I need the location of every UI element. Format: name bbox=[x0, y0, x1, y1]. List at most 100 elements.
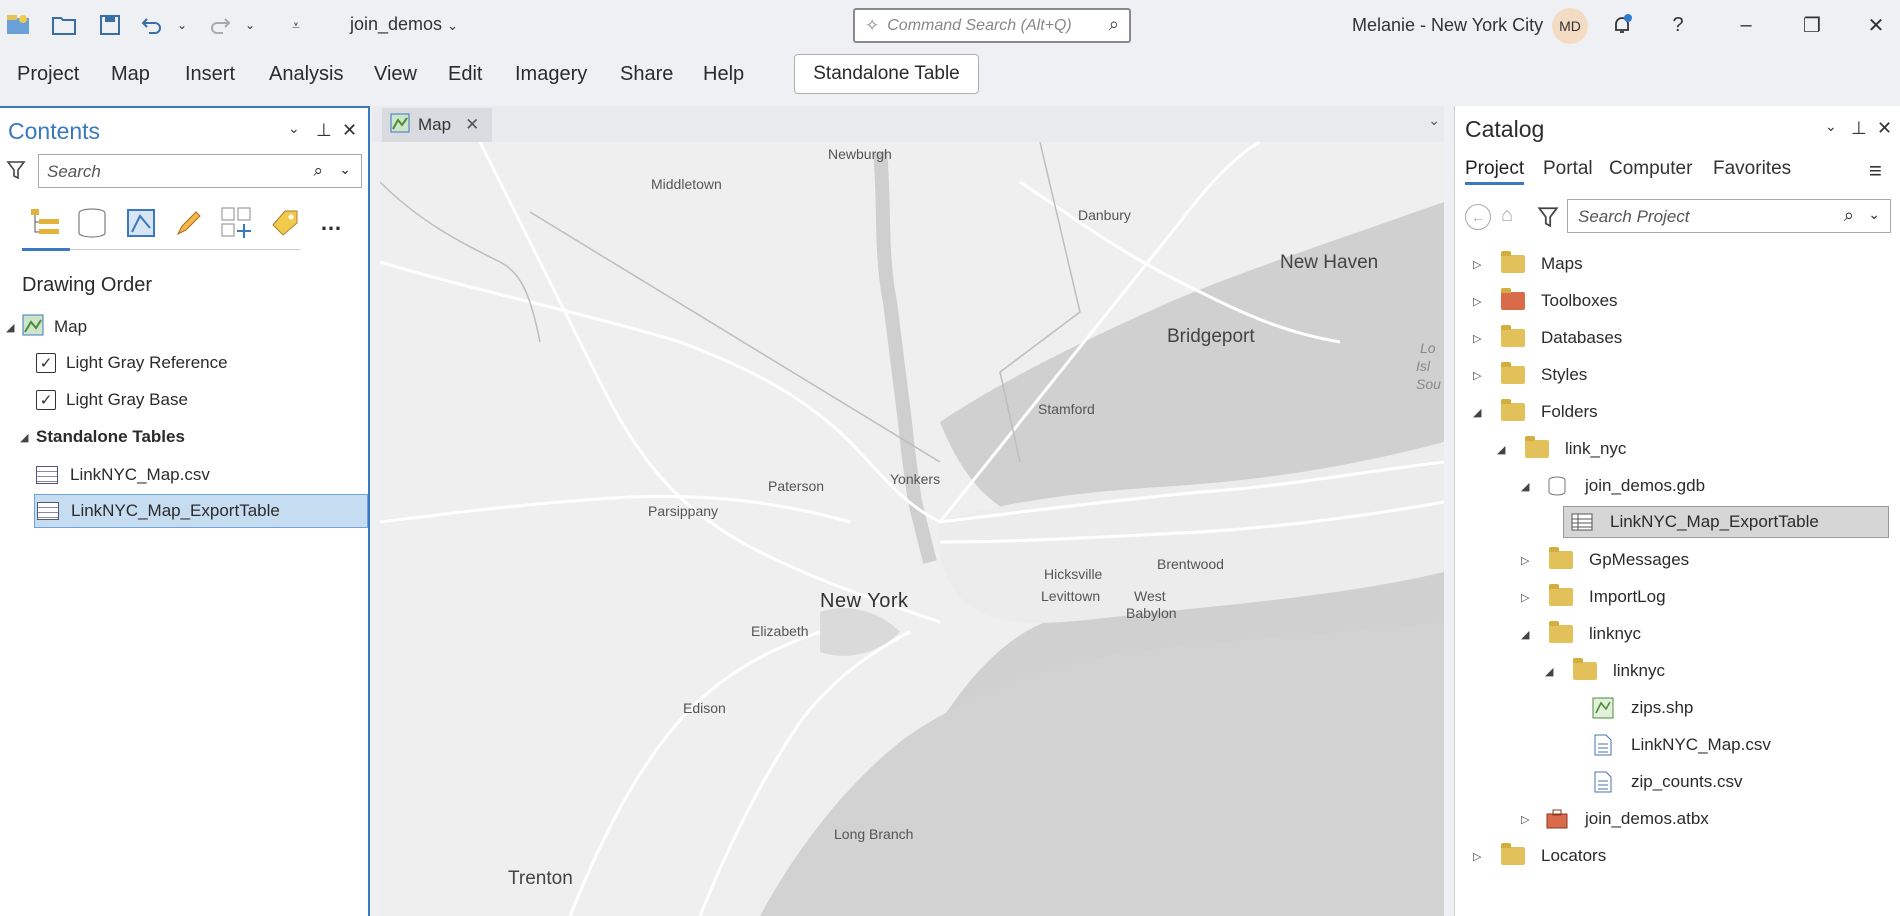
catalog-item-styles[interactable]: ▷ Styles bbox=[1473, 359, 1587, 391]
tab-imagery[interactable]: Imagery bbox=[515, 63, 587, 86]
tab-computer[interactable]: Computer bbox=[1609, 158, 1692, 180]
tab-insert[interactable]: Insert bbox=[185, 63, 235, 86]
collapse-triangle-icon[interactable]: ◢ bbox=[1473, 406, 1489, 419]
tab-help[interactable]: Help bbox=[703, 63, 744, 86]
search-icon[interactable]: ⌕ bbox=[1844, 205, 1854, 226]
catalog-item-join-demos-atbx[interactable]: ▷ join_demos.atbx bbox=[1521, 803, 1709, 835]
layer-light-gray-base[interactable]: ✓ Light Gray Base bbox=[36, 383, 188, 417]
collapse-triangle-icon[interactable]: ◢ bbox=[1521, 480, 1537, 493]
home-icon[interactable]: ⌂ bbox=[1501, 204, 1513, 227]
visibility-checkbox[interactable]: ✓ bbox=[36, 390, 56, 410]
redo-dropdown-icon[interactable]: ⌄ bbox=[236, 11, 264, 39]
close-icon[interactable]: ✕ bbox=[1877, 118, 1892, 139]
filter-icon[interactable] bbox=[1537, 206, 1559, 233]
catalog-item-linknyc[interactable]: ◢ linknyc bbox=[1521, 618, 1641, 650]
search-icon[interactable]: ⌕ bbox=[313, 161, 323, 181]
expand-triangle-icon[interactable]: ▷ bbox=[1521, 554, 1537, 567]
table-linknyc-map-exporttable[interactable]: LinkNYC_Map_ExportTable bbox=[34, 494, 368, 528]
catalog-search-input[interactable]: Search Project ⌕ ⌄ bbox=[1567, 199, 1891, 233]
contents-search-input[interactable]: Search ⌕ ⌄ bbox=[38, 154, 362, 188]
redo-icon[interactable] bbox=[206, 11, 234, 39]
save-icon[interactable] bbox=[96, 11, 124, 39]
catalog-item-linknyc-sub[interactable]: ◢ linknyc bbox=[1545, 655, 1665, 687]
tab-favorites[interactable]: Favorites bbox=[1713, 158, 1791, 180]
folder-icon bbox=[1549, 547, 1573, 569]
back-icon[interactable]: ← bbox=[1465, 204, 1491, 230]
tab-project[interactable]: Project bbox=[17, 63, 79, 86]
filter-icon[interactable] bbox=[6, 160, 26, 185]
tab-standalone-table[interactable]: Standalone Table bbox=[794, 54, 979, 94]
catalog-item-importlog[interactable]: ▷ ImportLog bbox=[1521, 581, 1666, 613]
expand-triangle-icon[interactable]: ▷ bbox=[1521, 591, 1537, 604]
notifications-icon[interactable] bbox=[1602, 10, 1642, 40]
restore-icon[interactable]: ❐ bbox=[1792, 10, 1832, 40]
catalog-item-zip-counts[interactable]: zip_counts.csv bbox=[1591, 766, 1743, 798]
list-by-editing-icon[interactable] bbox=[170, 204, 208, 242]
close-icon[interactable]: ✕ bbox=[342, 120, 357, 141]
chevron-down-icon[interactable]: ⌄ bbox=[1868, 206, 1880, 223]
pin-icon[interactable]: ⊥ bbox=[316, 120, 332, 141]
list-by-drawing-order-icon[interactable] bbox=[26, 204, 64, 242]
collapse-triangle-icon[interactable]: ◢ bbox=[1521, 628, 1537, 641]
expand-triangle-icon[interactable]: ▷ bbox=[1473, 258, 1489, 271]
tree-item-map[interactable]: ◢ Map bbox=[6, 310, 87, 344]
expand-triangle-icon[interactable]: ▷ bbox=[1473, 332, 1489, 345]
catalog-item-databases[interactable]: ▷ Databases bbox=[1473, 322, 1622, 354]
collapse-triangle-icon[interactable]: ◢ bbox=[20, 431, 36, 444]
chevron-down-icon[interactable]: ⌄ bbox=[288, 120, 300, 137]
tab-share[interactable]: Share bbox=[620, 63, 673, 86]
catalog-item-folders[interactable]: ◢ Folders bbox=[1473, 396, 1598, 428]
chevron-down-icon[interactable]: ⌄ bbox=[1825, 118, 1837, 135]
catalog-item-export-table[interactable]: LinkNYC_Map_ExportTable bbox=[1563, 506, 1889, 538]
tab-map-view[interactable]: Map ✕ bbox=[382, 108, 492, 142]
tree-item-standalone-tables[interactable]: ◢ Standalone Tables bbox=[20, 420, 185, 454]
tab-project[interactable]: Project bbox=[1465, 158, 1525, 185]
list-by-selection-icon[interactable] bbox=[122, 204, 160, 242]
tab-map[interactable]: Map bbox=[111, 63, 150, 86]
tab-view[interactable]: View bbox=[374, 63, 417, 86]
catalog-item-maps[interactable]: ▷ Maps bbox=[1473, 248, 1583, 280]
user-name[interactable]: Melanie - New York City bbox=[1352, 15, 1543, 36]
layer-light-gray-reference[interactable]: ✓ Light Gray Reference bbox=[36, 346, 228, 380]
undo-icon[interactable] bbox=[138, 11, 166, 39]
visibility-checkbox[interactable]: ✓ bbox=[36, 353, 56, 373]
more-options-icon[interactable]: … bbox=[312, 204, 350, 242]
close-icon[interactable]: ✕ bbox=[465, 115, 479, 135]
project-name[interactable]: join_demos ⌄ bbox=[350, 14, 458, 35]
map-canvas[interactable]: Newburgh Middletown Danbury New Haven Br… bbox=[380, 142, 1444, 916]
app-logo-icon[interactable] bbox=[4, 11, 32, 39]
customize-toolbar-icon[interactable]: ⩡ bbox=[282, 11, 310, 39]
catalog-item-join-demos-gdb[interactable]: ◢ join_demos.gdb bbox=[1521, 470, 1705, 502]
chevron-down-icon[interactable]: ⌄ bbox=[1428, 112, 1440, 129]
menu-icon[interactable]: ≡ bbox=[1869, 158, 1882, 184]
help-icon[interactable]: ? bbox=[1658, 10, 1698, 40]
list-by-labeling-icon[interactable] bbox=[266, 204, 304, 242]
expand-triangle-icon[interactable]: ▷ bbox=[1473, 850, 1489, 863]
collapse-triangle-icon[interactable]: ◢ bbox=[1497, 443, 1513, 456]
undo-dropdown-icon[interactable]: ⌄ bbox=[168, 11, 196, 39]
pin-icon[interactable]: ⊥ bbox=[1851, 118, 1867, 139]
close-icon[interactable]: ✕ bbox=[1856, 10, 1896, 40]
expand-triangle-icon[interactable]: ▷ bbox=[1473, 295, 1489, 308]
command-search[interactable]: ✧ Command Search (Alt+Q) ⌕ bbox=[853, 8, 1131, 43]
collapse-triangle-icon[interactable]: ◢ bbox=[1545, 665, 1561, 678]
tab-edit[interactable]: Edit bbox=[448, 63, 482, 86]
list-by-source-icon[interactable] bbox=[73, 204, 111, 242]
expand-triangle-icon[interactable]: ▷ bbox=[1521, 813, 1537, 826]
open-folder-icon[interactable] bbox=[50, 11, 78, 39]
tab-analysis[interactable]: Analysis bbox=[269, 63, 343, 86]
catalog-item-locators[interactable]: ▷ Locators bbox=[1473, 840, 1606, 872]
avatar[interactable]: MD bbox=[1552, 8, 1588, 44]
catalog-item-toolboxes[interactable]: ▷ Toolboxes bbox=[1473, 285, 1618, 317]
catalog-item-zips-shp[interactable]: zips.shp bbox=[1591, 692, 1693, 724]
minimize-icon[interactable]: – bbox=[1726, 10, 1766, 40]
catalog-item-linknyc-csv[interactable]: LinkNYC_Map.csv bbox=[1591, 729, 1771, 761]
chevron-down-icon[interactable]: ⌄ bbox=[339, 161, 351, 178]
expand-triangle-icon[interactable]: ▷ bbox=[1473, 369, 1489, 382]
table-linknyc-map-csv[interactable]: LinkNYC_Map.csv bbox=[36, 458, 210, 492]
collapse-triangle-icon[interactable]: ◢ bbox=[6, 321, 22, 334]
catalog-item-link-nyc[interactable]: ◢ link_nyc bbox=[1497, 433, 1626, 465]
tab-portal[interactable]: Portal bbox=[1543, 158, 1593, 180]
list-by-snapping-icon[interactable] bbox=[218, 204, 256, 242]
catalog-item-gpmessages[interactable]: ▷ GpMessages bbox=[1521, 544, 1689, 576]
